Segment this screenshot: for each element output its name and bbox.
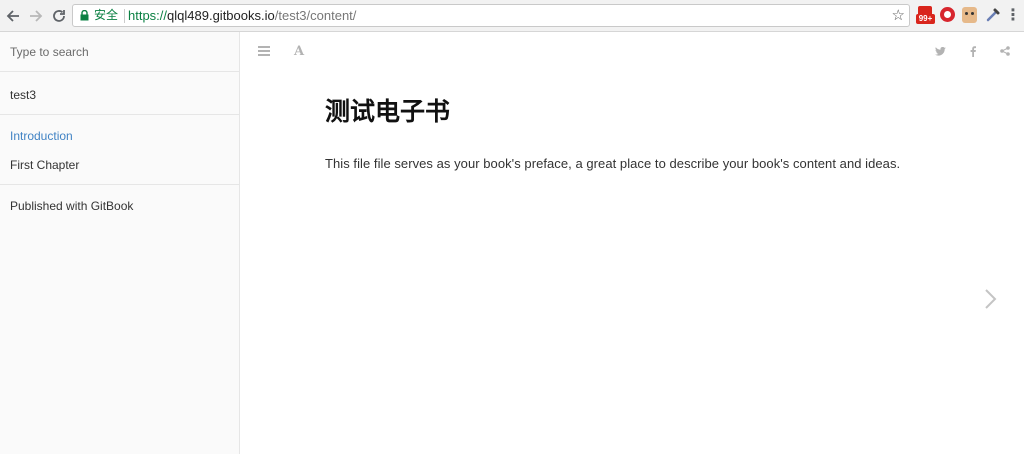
lock-icon (80, 10, 89, 21)
url-path: /test3/content/ (274, 8, 357, 23)
page-title: 测试电子书 (325, 97, 451, 126)
browser-toolbar: 安全 https://qlql489.gitbooks.io/test3/con… (0, 0, 1024, 32)
book-content: A 测试电子书 This file file serves as your bo… (241, 32, 1024, 454)
book-sidebar: test3 Introduction First Chapter Publish… (0, 32, 240, 454)
eyedropper-extension-icon[interactable] (985, 7, 1001, 23)
chevron-right-icon[interactable] (981, 286, 1001, 312)
sidebar-item-first-chapter[interactable]: First Chapter (10, 158, 79, 172)
published-with-gitbook-link[interactable]: Published with GitBook (10, 199, 133, 213)
search-box (0, 32, 239, 72)
omnibox-divider (124, 9, 125, 23)
font-settings-icon[interactable]: A (290, 42, 308, 60)
extension-badge-count: 99+ (916, 14, 935, 24)
sidebar-divider (0, 114, 239, 115)
sidebar-book-title[interactable]: test3 (10, 88, 36, 102)
address-bar[interactable]: 安全 https://qlql489.gitbooks.io/test3/con… (72, 4, 910, 27)
face-extension-icon[interactable] (962, 7, 977, 23)
sidebar-divider (0, 184, 239, 185)
hamburger-icon[interactable] (255, 42, 273, 60)
page-body-text: This file file serves as your book's pre… (325, 156, 901, 171)
url-scheme: https:// (128, 8, 168, 23)
twitter-icon[interactable] (931, 42, 949, 60)
url-host: qlql489.gitbooks.io (167, 8, 275, 23)
facebook-icon[interactable] (964, 42, 982, 60)
secure-label: 安全 (94, 8, 119, 22)
more-vert-icon[interactable]: ⋮ (1005, 4, 1021, 26)
back-icon[interactable] (2, 5, 24, 27)
mail-extension-icon[interactable]: 99+ (916, 6, 935, 25)
share-icon[interactable] (996, 42, 1014, 60)
opera-extension-icon[interactable] (940, 7, 955, 22)
forward-icon[interactable] (25, 5, 47, 27)
search-input[interactable] (10, 42, 230, 62)
url-text[interactable]: https://qlql489.gitbooks.io/test3/conten… (128, 5, 356, 26)
star-icon[interactable]: ☆ (892, 5, 905, 26)
sidebar-item-introduction[interactable]: Introduction (10, 129, 73, 143)
reload-icon[interactable] (48, 5, 70, 27)
